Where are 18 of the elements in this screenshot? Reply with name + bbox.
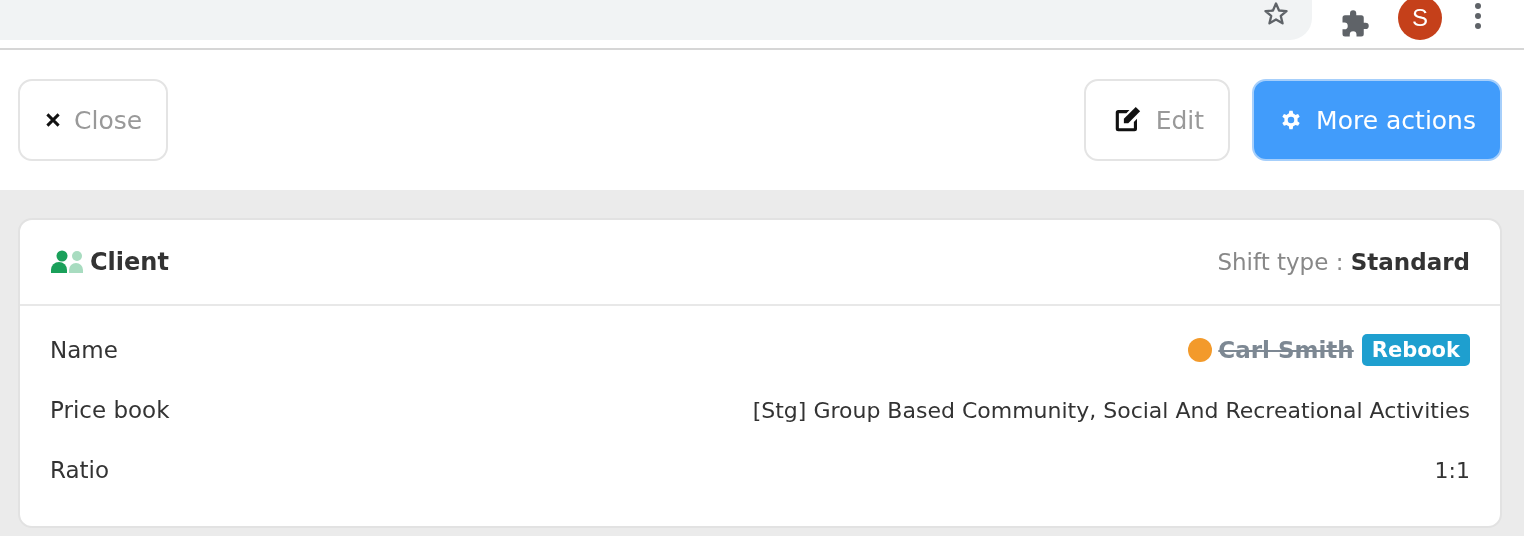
star-icon[interactable] (1262, 0, 1290, 28)
field-value: [Stg] Group Based Community, Social And Recreational Activities (752, 397, 1470, 423)
edit-button[interactable]: Edit (1083, 79, 1231, 161)
menu-icon[interactable] (1474, 2, 1482, 30)
card-title: Client (90, 248, 169, 276)
field-label: Name (50, 337, 118, 363)
close-button[interactable]: Close (18, 79, 169, 161)
client-name[interactable]: Carl Smith (1218, 337, 1354, 363)
shift-type: Shift type : Standard (1217, 249, 1470, 275)
more-actions-button[interactable]: More actions (1252, 79, 1502, 161)
rebook-badge: Rebook (1361, 334, 1470, 366)
close-icon (44, 111, 62, 129)
puzzle-icon[interactable] (1340, 9, 1370, 39)
users-icon (50, 250, 84, 274)
field-label: Price book (50, 397, 170, 423)
field-value: 1:1 (1434, 457, 1470, 483)
avatar[interactable]: S (1398, 0, 1442, 40)
field-label: Ratio (50, 457, 110, 483)
